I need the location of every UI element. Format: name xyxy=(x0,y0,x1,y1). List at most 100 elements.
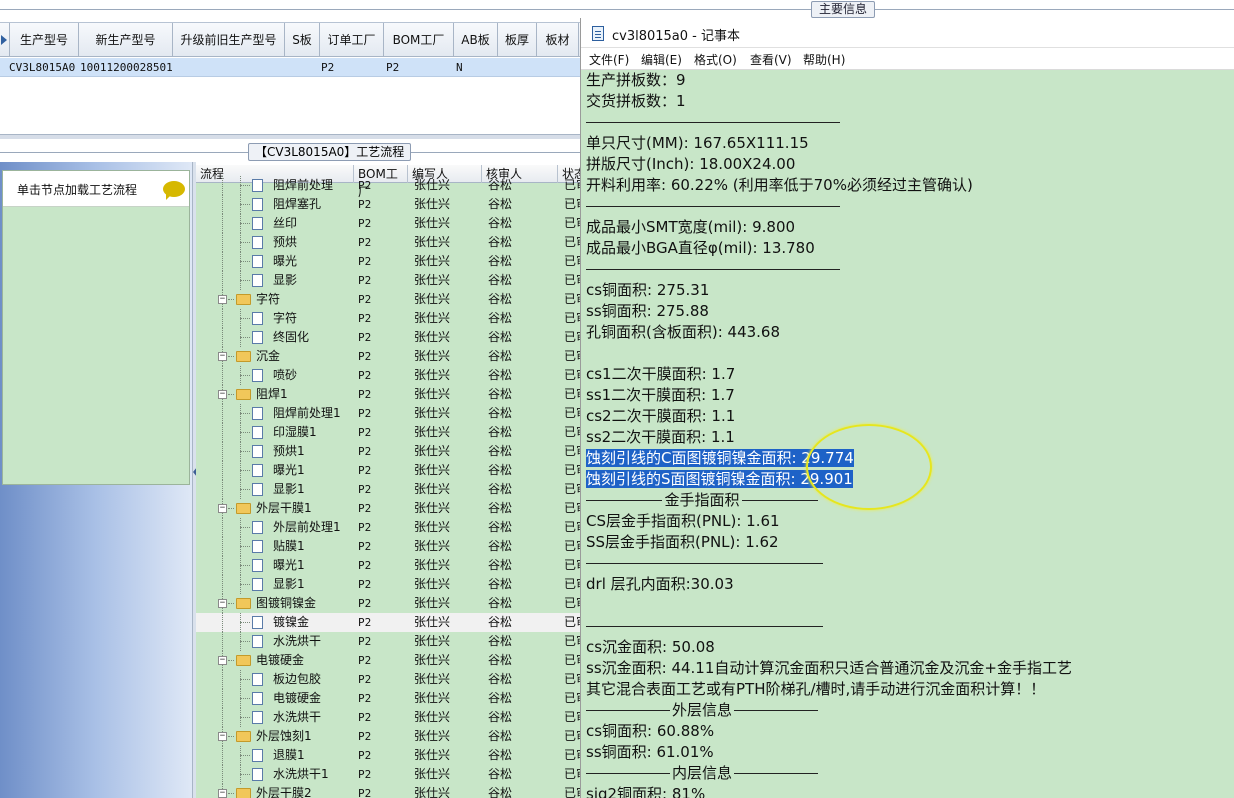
tree-node[interactable]: 水洗烘干 xyxy=(196,632,354,651)
collapse-toggle-icon[interactable]: − xyxy=(218,732,227,741)
tree-row[interactable]: 喷砂P2张仕兴谷松已审 xyxy=(196,366,582,385)
tree-node[interactable]: 电镀硬金 xyxy=(196,689,354,708)
col-header-new-production-model[interactable]: 新生产型号 xyxy=(79,23,173,57)
tree-row[interactable]: 板边包胶P2张仕兴谷松已审 xyxy=(196,670,582,689)
col-header-ab-board[interactable]: AB板 xyxy=(454,23,498,57)
notepad-title-bar[interactable]: cv3l8015a0 - 记事本 xyxy=(581,18,1234,48)
collapse-toggle-icon[interactable]: − xyxy=(218,295,227,304)
collapse-toggle-icon[interactable]: − xyxy=(218,352,227,361)
cell-writer: 张仕兴 xyxy=(414,463,451,477)
collapse-toggle-icon[interactable]: − xyxy=(218,390,227,399)
tree-node[interactable]: − 电镀硬金 xyxy=(196,651,354,670)
text-line: drl 层孔内面积:30.03 xyxy=(586,575,734,593)
tree-node[interactable]: 喷砂 xyxy=(196,366,354,385)
tree-node[interactable]: 水洗烘干 xyxy=(196,708,354,727)
tree-node[interactable]: 阻焊前处理1 xyxy=(196,404,354,423)
tree-node[interactable]: 印湿膜1 xyxy=(196,423,354,442)
menu-edit[interactable]: 编辑(E) xyxy=(641,51,682,68)
tree-node[interactable]: − 图镀铜镍金 xyxy=(196,594,354,613)
tree-group-row[interactable]: −阻焊1P2张仕兴谷松已审 xyxy=(196,385,582,404)
tree-row[interactable]: 外层前处理1P2张仕兴谷松已审 xyxy=(196,518,582,537)
tree-node[interactable]: 水洗烘干1 xyxy=(196,765,354,784)
collapse-toggle-icon[interactable]: − xyxy=(218,656,227,665)
tree-row[interactable]: 预烘P2张仕兴谷松已审 xyxy=(196,233,582,252)
col-header-old-model[interactable]: 升级前旧生产型号 xyxy=(173,23,285,57)
tree-row[interactable]: 预烘1P2张仕兴谷松已审 xyxy=(196,442,582,461)
menu-help[interactable]: 帮助(H) xyxy=(803,51,845,68)
tree-group-row[interactable]: −外层蚀刻1P2张仕兴谷松已审 xyxy=(196,727,582,746)
tree-row[interactable]: 阻焊塞孔P2张仕兴谷松已审 xyxy=(196,195,582,214)
tree-row[interactable]: 字符P2张仕兴谷松已审 xyxy=(196,309,582,328)
tree-row[interactable]: 显影1P2张仕兴谷松已审 xyxy=(196,575,582,594)
tree-node[interactable]: − 外层干膜2 xyxy=(196,784,354,798)
tree-row[interactable]: 显影P2张仕兴谷松已审 xyxy=(196,271,582,290)
tree-node[interactable]: − 外层蚀刻1 xyxy=(196,727,354,746)
col-header-thickness[interactable]: 板厚 xyxy=(498,23,537,57)
tree-row[interactable]: 曝光1P2张仕兴谷松已审 xyxy=(196,461,582,480)
tree-node[interactable]: 曝光 xyxy=(196,252,354,271)
tree-row[interactable]: 水洗烘干P2张仕兴谷松已审 xyxy=(196,708,582,727)
tree-group-row[interactable]: −字符P2张仕兴谷松已审 xyxy=(196,290,582,309)
col-header-s-board[interactable]: S板 xyxy=(285,23,320,57)
collapse-toggle-icon[interactable]: − xyxy=(218,599,227,608)
tree-group-row[interactable]: −电镀硬金P2张仕兴谷松已审 xyxy=(196,651,582,670)
tree-node[interactable]: 预烘1 xyxy=(196,442,354,461)
tree-node[interactable]: − 沉金 xyxy=(196,347,354,366)
col-header-production-model[interactable]: 生产型号 xyxy=(10,23,79,57)
tree-node[interactable]: 字符 xyxy=(196,309,354,328)
tree-node[interactable]: 预烘 xyxy=(196,233,354,252)
tree-node[interactable]: 显影1 xyxy=(196,575,354,594)
tree-node[interactable]: 贴膜1 xyxy=(196,537,354,556)
col-header-material[interactable]: 板材 xyxy=(537,23,579,57)
tree-row[interactable]: 终固化P2张仕兴谷松已审 xyxy=(196,328,582,347)
menu-format[interactable]: 格式(O) xyxy=(694,51,737,68)
tree-row[interactable]: 阻焊前处理1P2张仕兴谷松已审 xyxy=(196,404,582,423)
tree-node[interactable]: 终固化 xyxy=(196,328,354,347)
tree-node[interactable]: 外层前处理1 xyxy=(196,518,354,537)
process-tree-grid[interactable]: 流程 BOM工厂 编写人 核审人 状态 阻焊前处理P2张仕兴谷松已审阻焊塞孔P2… xyxy=(196,165,582,798)
tree-row[interactable]: 印湿膜1P2张仕兴谷松已审 xyxy=(196,423,582,442)
tree-row[interactable]: 电镀硬金P2张仕兴谷松已审 xyxy=(196,689,582,708)
menu-file[interactable]: 文件(F) xyxy=(589,51,629,68)
tree-row[interactable]: 阻焊前处理P2张仕兴谷松已审 xyxy=(196,176,582,195)
menu-view[interactable]: 查看(V) xyxy=(750,51,792,68)
tree-node[interactable]: 丝印 xyxy=(196,214,354,233)
tree-node[interactable]: 退膜1 xyxy=(196,746,354,765)
tree-row[interactable]: 水洗烘干1P2张仕兴谷松已审 xyxy=(196,765,582,784)
tree-row[interactable]: 丝印P2张仕兴谷松已审 xyxy=(196,214,582,233)
col-header-bom-factory[interactable]: BOM工厂 xyxy=(384,23,454,57)
tree-node[interactable]: 阻焊前处理 xyxy=(196,176,354,195)
tree-group-row[interactable]: −外层干膜1P2张仕兴谷松已审 xyxy=(196,499,582,518)
tree-node[interactable]: 显影1 xyxy=(196,480,354,499)
tree-row[interactable]: 镀镍金P2张仕兴谷松已审 xyxy=(196,613,582,632)
tree-node[interactable]: 曝光1 xyxy=(196,461,354,480)
left-panel-header[interactable]: 单击节点加载工艺流程 xyxy=(3,171,189,207)
tree-node[interactable]: 镀镍金 xyxy=(196,613,354,632)
tree-node[interactable]: 板边包胶 xyxy=(196,670,354,689)
tree-row[interactable]: 曝光P2张仕兴谷松已审 xyxy=(196,252,582,271)
collapse-toggle-icon[interactable]: − xyxy=(218,504,227,513)
tree-row[interactable]: 退膜1P2张仕兴谷松已审 xyxy=(196,746,582,765)
tree-group-row[interactable]: −外层干膜2P2张仕兴谷松已审 xyxy=(196,784,582,798)
cell-bom-factory: P2 xyxy=(358,540,372,553)
tree-group-row[interactable]: −图镀铜镍金P2张仕兴谷松已审 xyxy=(196,594,582,613)
tree-node[interactable]: 曝光1 xyxy=(196,556,354,575)
tree-row[interactable]: 显影1P2张仕兴谷松已审 xyxy=(196,480,582,499)
cell-reviewer: 谷松 xyxy=(488,615,513,629)
tree-group-row[interactable]: −沉金P2张仕兴谷松已审 xyxy=(196,347,582,366)
col-header-order-factory[interactable]: 订单工厂 xyxy=(320,23,384,57)
tree-node-label: 外层干膜1 xyxy=(256,501,312,515)
tree-node-label: 喷砂 xyxy=(273,368,298,382)
document-icon xyxy=(252,179,263,192)
tree-node[interactable]: − 阻焊1 xyxy=(196,385,354,404)
tree-node[interactable]: − 外层干膜1 xyxy=(196,499,354,518)
tree-connector-line xyxy=(222,765,223,784)
tree-row[interactable]: 曝光1P2张仕兴谷松已审 xyxy=(196,556,582,575)
cell-reviewer: 谷松 xyxy=(488,273,513,287)
tree-node[interactable]: 阻焊塞孔 xyxy=(196,195,354,214)
tree-node[interactable]: − 字符 xyxy=(196,290,354,309)
collapse-toggle-icon[interactable]: − xyxy=(218,789,227,798)
tree-row[interactable]: 贴膜1P2张仕兴谷松已审 xyxy=(196,537,582,556)
tree-row[interactable]: 水洗烘干P2张仕兴谷松已审 xyxy=(196,632,582,651)
tree-node[interactable]: 显影 xyxy=(196,271,354,290)
